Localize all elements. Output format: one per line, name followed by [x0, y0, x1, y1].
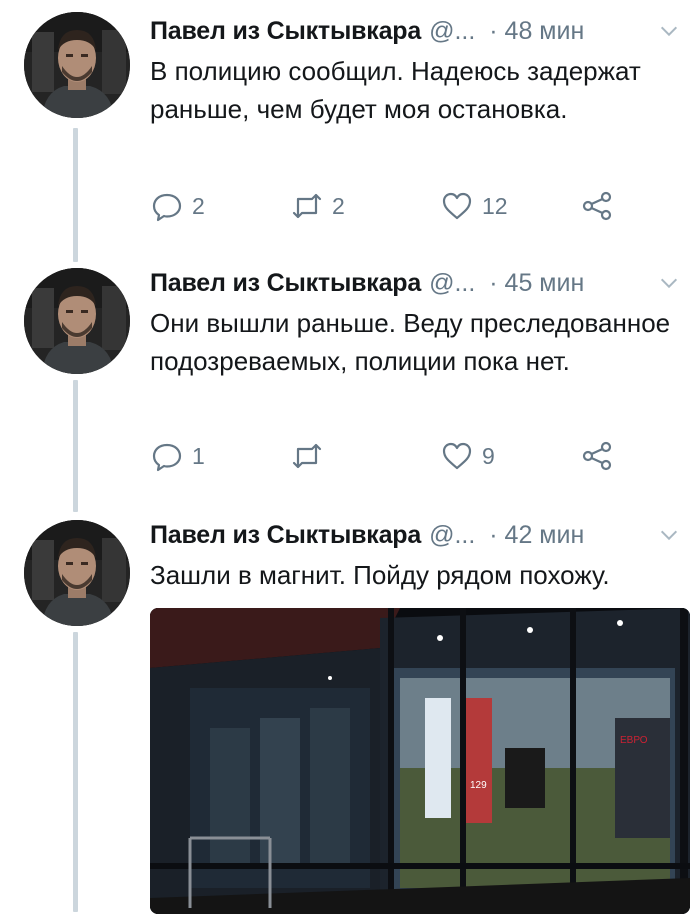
chevron-down-icon[interactable]	[658, 20, 680, 42]
tweet-header: Павел из Сыктывкара @... · 48 мин	[150, 14, 682, 48]
tweet[interactable]: Павел из Сыктывкара @... · 42 мин Зашли …	[0, 512, 700, 914]
author-handle[interactable]: @...	[429, 17, 475, 46]
heart-icon	[442, 192, 472, 220]
author-handle[interactable]: @...	[429, 269, 475, 298]
chevron-down-icon[interactable]	[658, 272, 680, 294]
avatar-image	[24, 520, 130, 626]
tweet-actions: 1 9	[150, 436, 630, 476]
tweet-photo[interactable]: 129 ЕВРО	[150, 608, 690, 914]
timestamp[interactable]: · 42 мин	[489, 521, 584, 550]
like-button[interactable]: 9	[440, 436, 495, 476]
retweet-count: 2	[332, 192, 345, 219]
retweet-icon	[292, 443, 322, 469]
tweet-actions: 2 2 12	[150, 186, 630, 226]
heart-icon	[442, 442, 472, 470]
reply-count: 1	[192, 442, 205, 469]
author-name[interactable]: Павел из Сыктывкара	[150, 269, 421, 298]
tweet-text: В полицию сообщил. Надеюсь задержат рань…	[150, 56, 641, 124]
share-icon	[582, 191, 612, 221]
avatar[interactable]	[24, 268, 130, 374]
share-icon	[582, 441, 612, 471]
timestamp[interactable]: · 45 мин	[489, 269, 584, 298]
reply-count: 2	[192, 192, 205, 219]
like-count: 9	[482, 442, 495, 469]
store-entrance-photo: 129 ЕВРО	[150, 608, 690, 914]
tweet-header: Павел из Сыктывкара @... · 45 мин	[150, 266, 682, 300]
timestamp[interactable]: · 48 мин	[489, 17, 584, 46]
chevron-down-icon[interactable]	[658, 524, 680, 546]
retweet-button[interactable]	[290, 436, 332, 476]
author-handle[interactable]: @...	[429, 521, 475, 550]
avatar-image	[24, 268, 130, 374]
retweet-icon	[292, 193, 322, 219]
tweet-text: Они вышли раньше. Веду преследованное по…	[150, 308, 671, 376]
reply-icon	[152, 193, 182, 222]
author-name[interactable]: Павел из Сыктывкара	[150, 521, 421, 550]
tweet[interactable]: Павел из Сыктывкара @... · 45 мин Они вы…	[0, 262, 700, 512]
like-count: 12	[482, 192, 508, 219]
share-button[interactable]	[580, 436, 614, 476]
price-tag-text: 129	[470, 780, 487, 791]
tweet[interactable]: Павел из Сыктывкара @... · 48 мин В поли…	[0, 0, 700, 262]
reply-icon	[152, 443, 182, 472]
reply-button[interactable]: 1	[150, 436, 205, 476]
reply-button[interactable]: 2	[150, 186, 205, 226]
tweet-text: Зашли в магнит. Пойду рядом похожу.	[150, 560, 610, 590]
tweet-header: Павел из Сыктывкара @... · 42 мин	[150, 518, 682, 552]
avatar-image	[24, 12, 130, 118]
avatar[interactable]	[24, 520, 130, 626]
share-button[interactable]	[580, 186, 614, 226]
avatar[interactable]	[24, 12, 130, 118]
store-sign-text: ЕВРО	[620, 735, 648, 746]
retweet-button[interactable]: 2	[290, 186, 345, 226]
author-name[interactable]: Павел из Сыктывкара	[150, 17, 421, 46]
like-button[interactable]: 12	[440, 186, 508, 226]
